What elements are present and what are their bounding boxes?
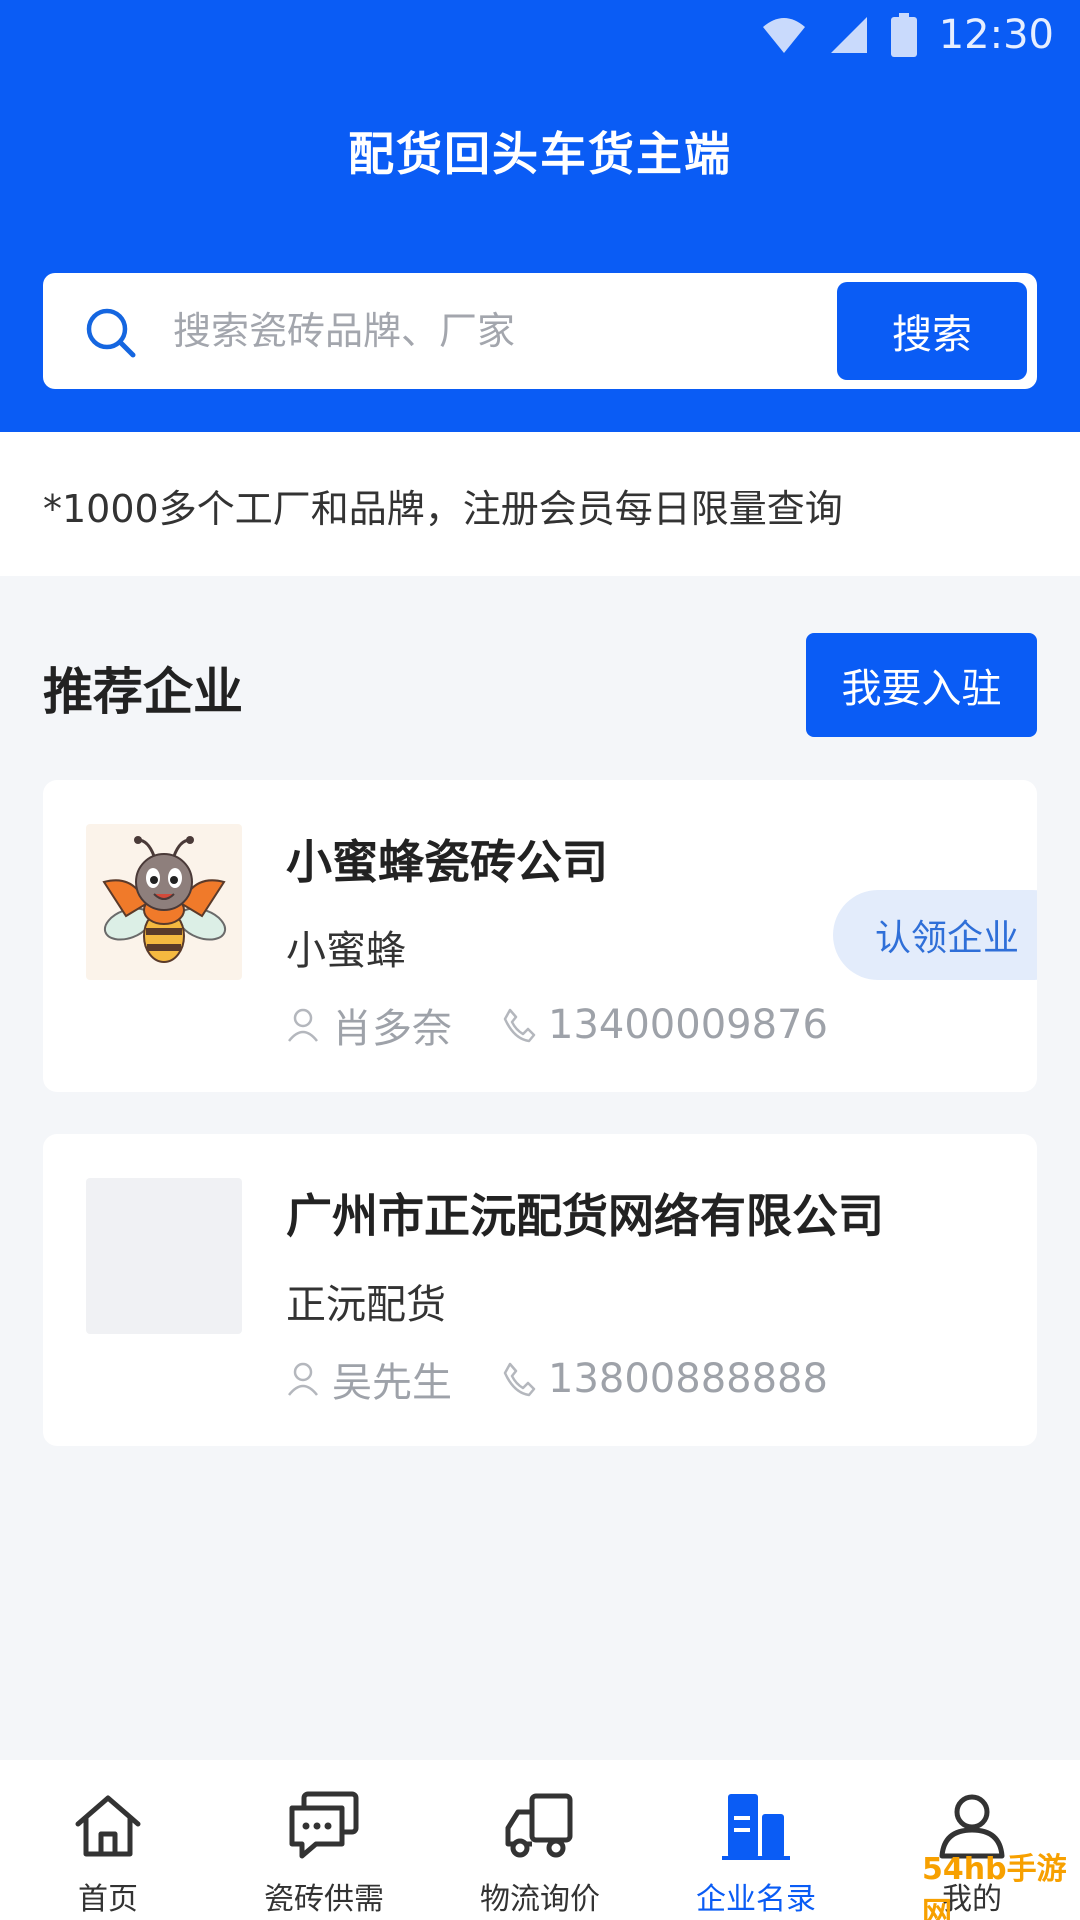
company-short-name: 小蜜蜂 (286, 928, 406, 974)
contact-person: 吴先生 (286, 1350, 452, 1408)
phone-number: 13400009876 (548, 1002, 828, 1048)
tab-company-directory[interactable]: 企业名录 (648, 1760, 864, 1920)
chat-icon (289, 1791, 359, 1859)
company-card[interactable]: 小蜜蜂瓷砖公司 小蜜蜂 肖多奈 13400009876 认领企业 (43, 780, 1037, 1092)
contact-phone[interactable]: 13800888888 (502, 1356, 828, 1402)
bee-mascot-logo (102, 836, 227, 963)
person-icon (288, 1362, 318, 1396)
phone-icon (503, 1362, 536, 1397)
notice-bar: *1000多个工厂和品牌，注册会员每日限量查询 (0, 432, 1080, 576)
company-meta: 肖多奈 13400009876 (286, 996, 828, 1054)
company-logo (86, 824, 242, 980)
tab-logistics[interactable]: 物流询价 (432, 1760, 648, 1920)
join-button[interactable]: 我要入驻 (806, 633, 1037, 737)
contact-name: 吴先生 (332, 1360, 452, 1406)
company-name: 小蜜蜂瓷砖公司 (286, 835, 608, 889)
company-name: 广州市正沅配货网络有限公司 (286, 1189, 884, 1243)
bottom-tab-bar: 首页 瓷砖供需 物流询价 企业名录 我的 (0, 1760, 1080, 1920)
status-bar: 12:30 (761, 10, 1054, 60)
contact-phone[interactable]: 13400009876 (502, 1002, 828, 1048)
status-time: 12:30 (938, 12, 1054, 58)
person-icon (288, 1008, 318, 1042)
battery-icon (890, 13, 917, 57)
wifi-icon (762, 18, 805, 53)
section-title: 推荐企业 (43, 663, 243, 721)
claim-company-button[interactable]: 认领企业 (833, 890, 1037, 980)
phone-number: 13800888888 (548, 1356, 828, 1402)
tab-label: 首页 (78, 1882, 138, 1917)
home-icon (75, 1795, 141, 1857)
search-input[interactable] (173, 291, 853, 371)
header: 12:30 配货回头车货主端 搜索 (0, 0, 1080, 432)
watermark-logo: 54hb手游网 (922, 1852, 1067, 1920)
company-logo-placeholder (86, 1178, 242, 1334)
truck-icon (505, 1793, 573, 1858)
search-button[interactable]: 搜索 (837, 282, 1027, 380)
phone-icon (503, 1008, 536, 1043)
signal-icon (830, 17, 867, 53)
company-meta: 吴先生 13800888888 (286, 1350, 828, 1408)
search-box: 搜索 (43, 273, 1037, 389)
contact-name: 肖多奈 (332, 1006, 452, 1052)
notice-text: *1000多个工厂和品牌，注册会员每日限量查询 (43, 487, 843, 531)
tab-label: 瓷砖供需 (264, 1882, 384, 1917)
building-icon (722, 1794, 790, 1860)
tab-label: 企业名录 (696, 1882, 816, 1917)
search-icon (86, 308, 136, 358)
app-title: 配货回头车货主端 (348, 127, 732, 181)
tab-tile-supply[interactable]: 瓷砖供需 (216, 1760, 432, 1920)
contact-person: 肖多奈 (286, 996, 452, 1054)
tab-label: 物流询价 (480, 1882, 600, 1917)
tab-home[interactable]: 首页 (0, 1760, 216, 1920)
company-short-name: 正沅配货 (286, 1282, 446, 1328)
company-card[interactable]: 广州市正沅配货网络有限公司 正沅配货 吴先生 13800888888 (43, 1134, 1037, 1446)
